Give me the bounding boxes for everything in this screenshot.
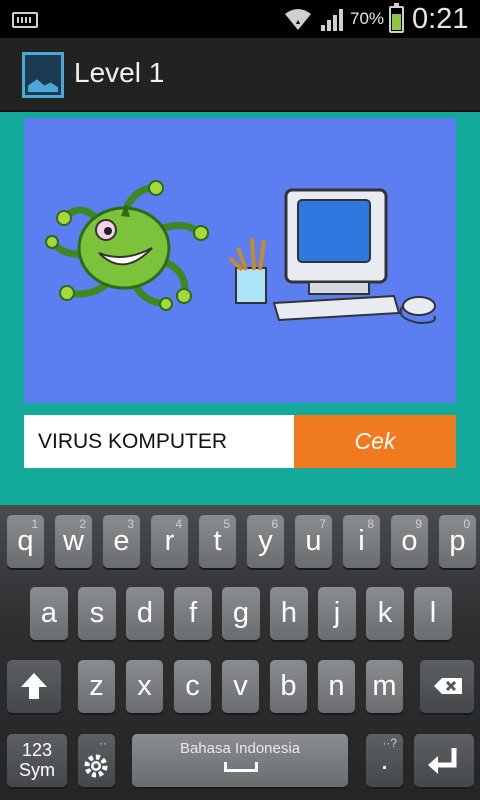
key-m[interactable]: m: [366, 660, 403, 713]
settings-key[interactable]: ··: [78, 734, 115, 787]
key-h[interactable]: h: [270, 587, 308, 640]
key-w[interactable]: w2: [55, 515, 92, 568]
key-z[interactable]: z: [78, 660, 115, 713]
shift-key[interactable]: [7, 660, 61, 713]
key-q[interactable]: q1: [7, 515, 44, 568]
answer-input[interactable]: VIRUS KOMPUTER: [24, 415, 294, 468]
status-bar: 70% 0:21: [0, 0, 480, 38]
symbols-key[interactable]: 123 Sym: [7, 734, 67, 787]
key-n[interactable]: n: [318, 660, 355, 713]
space-key[interactable]: Bahasa Indonesia: [132, 734, 348, 787]
key-t[interactable]: t5: [199, 515, 236, 568]
quiz-picture: [24, 118, 456, 403]
key-p[interactable]: p0: [439, 515, 476, 568]
backspace-icon: [434, 678, 462, 694]
key-l[interactable]: l: [414, 587, 452, 640]
gear-icon: [84, 754, 108, 778]
key-g[interactable]: g: [222, 587, 260, 640]
key-d[interactable]: d: [126, 587, 164, 640]
enter-key[interactable]: [414, 734, 474, 787]
key-s[interactable]: s: [78, 587, 116, 640]
page-title: Level 1: [74, 57, 165, 88]
key-b[interactable]: b: [270, 660, 307, 713]
action-bar: Level 1: [0, 38, 480, 112]
key-x[interactable]: x: [126, 660, 163, 713]
key-j[interactable]: j: [318, 587, 356, 640]
backspace-key[interactable]: [420, 660, 474, 713]
key-c[interactable]: c: [174, 660, 211, 713]
quiz-content: VIRUS KOMPUTER Cek: [0, 112, 480, 505]
check-button[interactable]: Cek: [294, 415, 456, 468]
signal-icon: [321, 9, 343, 31]
enter-icon: [428, 748, 457, 774]
key-e[interactable]: e3: [103, 515, 140, 568]
virus-and-computer-illustration: [45, 180, 436, 325]
key-o[interactable]: o9: [391, 515, 428, 568]
period-key[interactable]: ··? .: [366, 734, 403, 787]
battery-percentage: 70%: [350, 9, 385, 28]
key-u[interactable]: u7: [295, 515, 332, 568]
battery-icon: [389, 3, 404, 33]
key-y[interactable]: y6: [247, 515, 284, 568]
key-k[interactable]: k: [366, 587, 404, 640]
clock: 0:21: [412, 3, 469, 35]
image-icon[interactable]: [22, 52, 64, 98]
key-a[interactable]: a: [30, 587, 68, 640]
shift-arrow-icon: [21, 673, 47, 699]
keyboard-notification-icon: [12, 12, 38, 28]
key-f[interactable]: f: [174, 587, 212, 640]
key-r[interactable]: r4: [151, 515, 188, 568]
soft-keyboard: q1 w2 e3 r4 t5 y6 u7 i8 o9 p0 a s d f g …: [0, 505, 480, 800]
key-v[interactable]: v: [222, 660, 259, 713]
key-i[interactable]: i8: [343, 515, 380, 568]
wifi-icon: [285, 9, 311, 30]
